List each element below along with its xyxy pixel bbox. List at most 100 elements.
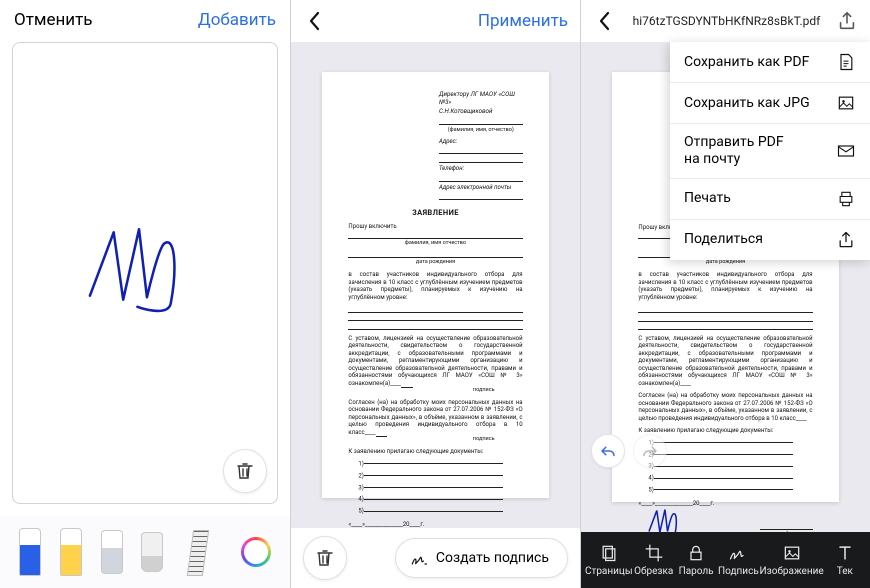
add-button[interactable]: Добавить: [198, 10, 276, 30]
signature-icon: [728, 543, 748, 563]
share-item-save-pdf[interactable]: Сохранить как PDF: [670, 42, 870, 83]
delete-button[interactable]: [303, 536, 347, 580]
document-filename: hi76tzTGSDYNTbHKfNRz8sBkT.pdf: [617, 14, 836, 28]
doc-body3: Согласен (на) на обработку моих персонал…: [348, 399, 522, 443]
image-file-icon: [836, 93, 856, 113]
share-label: Отправить PDF на почту: [684, 134, 784, 168]
tab-label: Изображение: [760, 566, 824, 577]
tab-crop[interactable]: Обрезка: [633, 543, 675, 577]
tab-label: Обрезка: [634, 566, 673, 577]
pen-tool-blue[interactable]: [19, 528, 41, 576]
pane2-bottom-bar: Создать подпись: [291, 528, 580, 588]
share-menu: Сохранить как PDF Сохранить как JPG Отпр…: [670, 42, 870, 260]
redo-icon: [641, 444, 659, 458]
doc-body1: в состав участников индивидуального отбо…: [348, 271, 522, 301]
pane3-header: hi76tzTGSDYNTbHKfNRz8sBkT.pdf: [581, 0, 870, 42]
tab-text[interactable]: Тек: [824, 543, 866, 577]
tab-label: Пароль: [679, 566, 714, 577]
signature-canvas[interactable]: [12, 42, 278, 504]
signature-icon: [410, 549, 428, 567]
doc-date: «____»______________20____г.: [638, 500, 812, 508]
back-button[interactable]: [593, 9, 617, 33]
share-label: Печать: [684, 190, 731, 207]
doc-dob-caption: дата рождения: [348, 259, 522, 266]
share-label: Сохранить как PDF: [684, 54, 809, 71]
print-icon: [836, 189, 856, 209]
create-signature-button[interactable]: Создать подпись: [395, 538, 568, 578]
doc-addr-label: Адрес:: [439, 138, 479, 146]
export-button[interactable]: [836, 10, 858, 32]
doc-body2: С уставом, лицензией на осуществление об…: [348, 335, 522, 394]
chevron-left-icon: [598, 11, 612, 31]
doc-body2-sig: подпись: [348, 387, 494, 394]
tab-label: Тек: [837, 566, 853, 577]
doc-attach: К заявлению прилагаю следующие документы…: [348, 448, 522, 456]
share-label: Сохранить как JPG: [684, 95, 810, 112]
doc-body1: в состав участников индивидуального отбо…: [638, 271, 812, 301]
eraser-tool[interactable]: [141, 532, 163, 572]
doc-recipient-1: Директору ЛГ МАОУ «СОШ №3»: [439, 90, 523, 107]
pencil-tool[interactable]: [101, 530, 123, 574]
tab-label: Страницы: [585, 566, 633, 577]
doc-body3-sig: подпись: [348, 436, 494, 443]
undo-redo-bar: [591, 434, 667, 468]
doc-body3: Согласен (на) на обработку моих персонал…: [638, 392, 812, 422]
tab-password[interactable]: Пароль: [675, 543, 717, 577]
pages-icon: [599, 543, 619, 563]
doc-dob-caption: дата рождения: [638, 259, 812, 266]
share-item-save-jpg[interactable]: Сохранить как JPG: [670, 83, 870, 124]
placed-signature: [644, 508, 690, 532]
undo-icon: [599, 444, 617, 458]
tab-pages[interactable]: Страницы: [585, 543, 633, 577]
redo-button[interactable]: [633, 434, 667, 468]
back-button[interactable]: [303, 9, 327, 33]
doc-body2: С уставом, лицензией на осуществление об…: [638, 335, 812, 388]
doc-tel-label: Телефон:: [439, 165, 479, 173]
pdf-viewer-pane: hi76tzTGSDYNTbHKfNRz8sBkT.pdf Сохранить …: [580, 0, 870, 588]
image-icon: [782, 543, 802, 563]
export-icon: [836, 10, 858, 32]
lock-icon: [686, 543, 706, 563]
doc-date: «____»______________20____г.: [348, 521, 522, 528]
undo-button[interactable]: [591, 434, 625, 468]
drawing-toolbar: [0, 516, 290, 588]
marker-tool-yellow[interactable]: [60, 528, 82, 576]
share-item-share[interactable]: Поделиться: [670, 220, 870, 260]
ruler-tool[interactable]: [182, 528, 222, 576]
document-page: Директору ЛГ МАОУ «СОШ №3» С.Н.Котовщико…: [322, 72, 548, 499]
pdf-file-icon: [836, 52, 856, 72]
crop-icon: [644, 543, 664, 563]
mail-icon: [836, 141, 856, 161]
create-signature-label: Создать подпись: [436, 550, 549, 566]
delete-signature-button[interactable]: [223, 449, 267, 493]
signature-editor-pane: Отменить Добавить: [0, 0, 290, 588]
pane2-header: Применить: [291, 0, 580, 42]
share-item-print[interactable]: Печать: [670, 179, 870, 220]
doc-include: Прошу включить: [348, 223, 396, 230]
tab-image[interactable]: Изображение: [760, 543, 824, 577]
share-item-mail[interactable]: Отправить PDF на почту: [670, 124, 870, 179]
apply-signature-pane: Применить Директору ЛГ МАОУ «СОШ №3» С.Н…: [290, 0, 580, 588]
apply-button[interactable]: Применить: [478, 11, 568, 31]
tab-signature[interactable]: Подпись: [717, 543, 759, 577]
trash-icon: [316, 548, 334, 568]
cancel-button[interactable]: Отменить: [14, 10, 93, 30]
share-icon: [836, 230, 856, 250]
tab-label: Подпись: [718, 566, 759, 577]
signature-canvas-wrap: [0, 42, 290, 516]
text-icon: [835, 543, 855, 563]
pane1-header: Отменить Добавить: [0, 0, 290, 42]
pane3-bottom-tabs: Страницы Обрезка Пароль Подпись Изображе…: [581, 532, 870, 588]
doc-recipient-2: С.Н.Котовщиковой: [439, 107, 523, 116]
document-preview-area[interactable]: Директору ЛГ МАОУ «СОШ №3» С.Н.Котовщико…: [291, 42, 580, 528]
trash-icon: [236, 461, 254, 481]
doc-title: ЗАЯВЛЕНИЕ: [348, 208, 522, 217]
chevron-left-icon: [308, 11, 322, 31]
color-picker-button[interactable]: [241, 537, 271, 567]
sig-caption-right: расшифровка подписи: [760, 531, 812, 532]
share-label: Поделиться: [684, 231, 763, 248]
drawn-signature: [82, 199, 209, 337]
doc-fio-line-caption: фамилия, имя отчество: [348, 240, 522, 247]
doc-fio-caption: (фамилия, имя, отчество): [439, 127, 523, 134]
doc-email-label: Адрес электронной почты: [439, 184, 511, 192]
